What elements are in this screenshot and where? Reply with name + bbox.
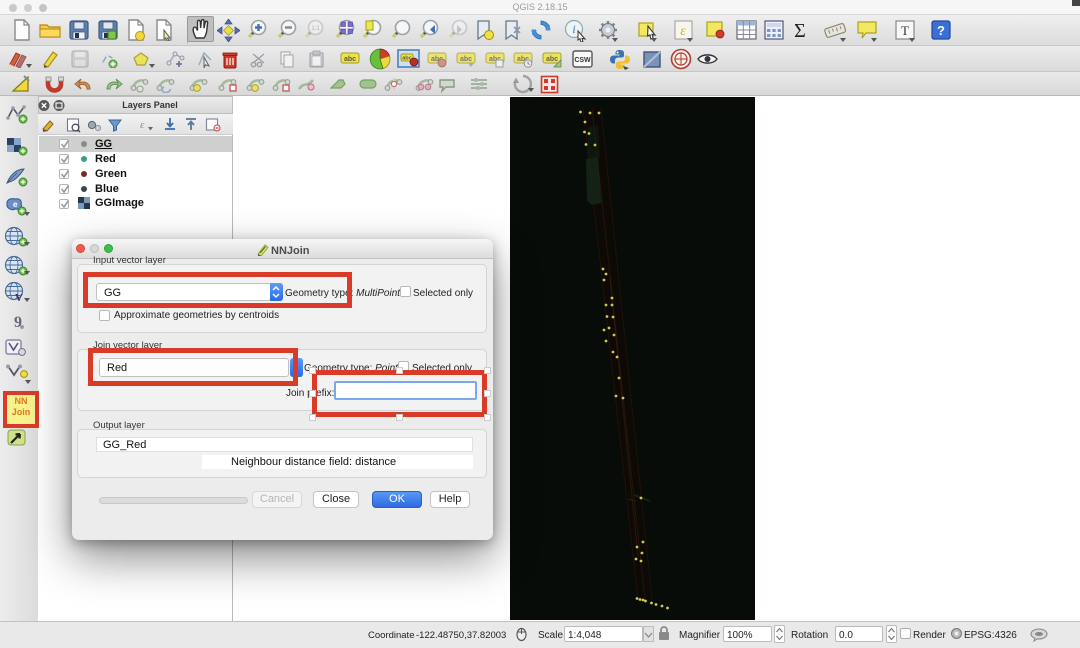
svg-text:T: T (901, 23, 909, 38)
svg-text:CSW: CSW (574, 57, 591, 64)
svg-text:1:1: 1:1 (311, 26, 320, 32)
svg-text:?: ? (937, 23, 945, 38)
svg-text:abc: abc (344, 56, 356, 63)
svg-text:Σ: Σ (794, 20, 806, 41)
svg-text:i: i (572, 22, 575, 36)
svg-text:ε: ε (140, 119, 145, 131)
svg-text:ε: ε (680, 24, 686, 39)
svg-text:abc: abc (460, 56, 472, 63)
svg-text:e: e (13, 200, 18, 209)
svg-text:V: V (15, 292, 23, 303)
svg-text:abc: abc (546, 56, 558, 63)
